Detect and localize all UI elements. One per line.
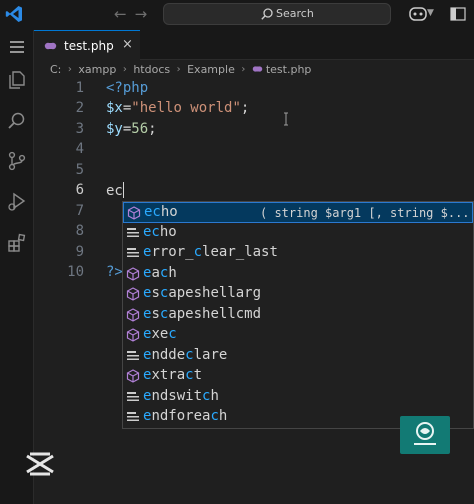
title-bar: ←→ Search ▼ (0, 0, 474, 30)
explorer-icon[interactable] (6, 68, 28, 90)
function-cube-icon (126, 328, 140, 342)
toggle-layout-icon[interactable] (450, 7, 466, 21)
snippet-icon (127, 391, 139, 401)
copilot-menu-chevron-icon[interactable]: ▼ (427, 8, 434, 18)
line-number: 3 (75, 121, 84, 137)
line-number: 7 (75, 203, 84, 219)
back-arrow-icon[interactable]: ← (114, 5, 135, 23)
extensions-icon[interactable] (6, 232, 28, 254)
watermark-emblem-icon (414, 422, 436, 445)
semicolon: ; (148, 121, 157, 137)
line-number-active: 6 (75, 182, 84, 198)
suggestion-item[interactable]: echo (123, 223, 473, 244)
breadcrumb-separator: › (67, 63, 72, 75)
search-label: Search (276, 7, 314, 20)
mouse-ibeam-cursor-icon (284, 112, 288, 126)
suggestion-label: escapeshellarg (143, 285, 262, 301)
nav-arrows: ←→ (114, 5, 155, 23)
snippet-icon (127, 227, 139, 237)
breadcrumb-item-xampp[interactable]: xampp (78, 63, 116, 76)
suggestion-item[interactable]: error_clear_last (123, 243, 473, 264)
string-literal: "hello world" (131, 100, 241, 116)
run-debug-icon[interactable] (6, 190, 28, 212)
php-open-tag: <?php (106, 80, 149, 96)
number-literal: 56 (131, 121, 149, 137)
suggestion-label: enddeclare (143, 346, 228, 363)
semicolon: ; (240, 100, 250, 116)
breadcrumb-item-htdocs[interactable]: htdocs (133, 63, 170, 76)
command-center-search[interactable]: Search (163, 3, 391, 25)
variable: $y (106, 121, 123, 137)
breadcrumb-item-file[interactable]: test.php (266, 63, 312, 76)
suggestion-item[interactable]: exec (123, 325, 473, 346)
suggestion-item[interactable]: escapeshellarg (123, 284, 473, 305)
suggestion-item[interactable]: extract (123, 366, 473, 387)
code-line-2: $x="hello world"; (106, 100, 249, 116)
function-cube-icon (126, 266, 140, 281)
snippet-icon (127, 412, 139, 421)
activity-bar (0, 30, 34, 504)
autocomplete-suggest-widget: echo ( string $arg1 [, string $... ] ech… (122, 201, 474, 429)
suggestion-item[interactable]: escapeshellcmd (123, 305, 473, 326)
typed-text: ec (106, 183, 123, 199)
line-number: 8 (75, 223, 84, 239)
suggestion-label: error_clear_last (143, 244, 278, 260)
suggestion-item[interactable]: enddeclare (123, 346, 473, 367)
php-close-tag: ?> (106, 264, 123, 280)
menu-icon[interactable] (6, 36, 28, 58)
variable: $x (106, 100, 123, 116)
suggestion-item[interactable]: each (123, 264, 473, 285)
snippet-icon (127, 248, 139, 257)
php-file-icon (44, 42, 57, 50)
suggestion-label: echo (143, 223, 177, 240)
suggestion-label: each (143, 264, 177, 281)
text-cursor (122, 182, 124, 198)
channel-watermark-logo (400, 416, 450, 454)
php-file-icon (252, 66, 263, 72)
copilot-icon[interactable] (408, 5, 428, 23)
vscode-logo-icon[interactable] (4, 4, 24, 24)
function-cube-icon (126, 287, 140, 301)
code-line-3: $y=56; (106, 121, 157, 137)
line-number: 4 (75, 141, 84, 157)
suggestion-item[interactable]: endswitch (123, 387, 473, 408)
suggestion-label: escapeshellcmd (143, 305, 262, 322)
suggestion-label: echo (144, 204, 178, 220)
suggestion-label: extract (143, 367, 203, 383)
code-line-10: ?> (106, 264, 123, 280)
suggestion-label: endforeach (143, 408, 228, 424)
capcut-logo-icon (26, 452, 54, 476)
line-number: 5 (75, 162, 84, 178)
tab-test-php[interactable]: test.php × (34, 30, 140, 60)
breadcrumb-separator: › (241, 63, 246, 75)
code-line-6: ec (106, 182, 124, 199)
suggestion-detail: ( string $arg1 [, string $... ] (260, 206, 474, 220)
breadcrumb-item-example[interactable]: Example (187, 63, 235, 76)
code-line-1: <?php (106, 80, 148, 96)
function-cube-icon (127, 206, 141, 220)
snippet-icon (127, 350, 139, 360)
tab-label: test.php (64, 39, 114, 53)
editor-tab-bar: test.php × (34, 30, 474, 60)
function-cube-icon (126, 369, 140, 383)
breadcrumb-item-drive[interactable]: C: (50, 63, 61, 76)
suggestion-item[interactable]: echo ( string $arg1 [, string $... ] (123, 202, 473, 223)
search-view-icon[interactable] (6, 110, 28, 132)
line-number: 9 (75, 244, 84, 260)
breadcrumb-separator: › (122, 63, 127, 75)
suggestion-label: endswitch (143, 387, 219, 404)
suggestion-label: exec (143, 326, 177, 342)
search-icon (261, 8, 273, 20)
line-number: 10 (67, 264, 84, 280)
breadcrumb-separator: › (176, 63, 181, 75)
line-number: 1 (75, 80, 84, 96)
breadcrumb: C: › xampp › htdocs › Example › test.php (50, 62, 311, 78)
function-cube-icon (126, 307, 140, 322)
line-number: 2 (75, 100, 84, 116)
source-control-icon[interactable] (6, 150, 28, 172)
close-tab-icon[interactable]: × (122, 37, 133, 52)
forward-arrow-icon[interactable]: → (135, 5, 156, 23)
